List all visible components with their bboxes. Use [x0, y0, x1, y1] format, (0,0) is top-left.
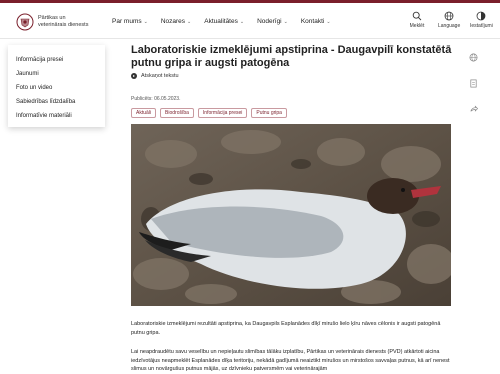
nav-label: Nozares [160, 18, 186, 25]
page-title: Laboratoriskie izmeklējumi apstiprina - … [131, 44, 452, 69]
chevron-down-icon: ⌄ [326, 19, 331, 25]
language-button[interactable]: Language [438, 11, 460, 29]
listen-label: Atskaņot tekstu [141, 73, 179, 79]
nav-label: Noderīgi [257, 18, 282, 25]
chevron-down-icon: ⌄ [187, 19, 192, 25]
site-header: Pārtikas un veterinārais dienests Par mu… [0, 3, 500, 39]
nav-item-kontakti[interactable]: Kontakti ⌄ [301, 18, 331, 25]
aktualitates-dropdown-menu: Informācija presei Jaunumi Foto un video… [8, 45, 105, 127]
search-label: Meklēt [409, 23, 425, 29]
article-paragraph-2: Lai neapdraudētu savu veselību un nepieļ… [131, 349, 450, 372]
share-actions [466, 50, 480, 128]
tag-aktuali[interactable]: Aktuāli [131, 108, 157, 118]
nav-item-aktualitates[interactable]: Aktualitātes ⌄ [204, 18, 244, 25]
main-nav: Par mums ⌄ Nozares ⌄ Aktualitātes ⌄ Noderīg… [112, 18, 344, 25]
document-icon [469, 79, 477, 87]
nav-label: Kontakti [300, 18, 325, 25]
search-icon [412, 11, 422, 21]
menu-item-foto-un-video[interactable]: Foto un video [16, 81, 105, 95]
article-paragraph-1: Laboratoriskie izmeklējumi rezultāti aps… [131, 321, 441, 336]
nav-item-par-mums[interactable]: Par mums ⌄ [112, 18, 148, 25]
listen-button[interactable]: Atskaņot tekstu [131, 73, 179, 79]
nav-item-nozares[interactable]: Nozares ⌄ [161, 18, 191, 25]
menu-item-jaunumi[interactable]: Jaunumi [16, 67, 105, 81]
globe-icon [444, 11, 454, 21]
coat-of-arms-logo[interactable] [16, 13, 34, 31]
web-share-button[interactable] [466, 50, 480, 64]
search-button[interactable]: Meklēt [406, 11, 428, 29]
chevron-down-icon: ⌄ [143, 19, 148, 25]
nav-label: Par mums [112, 18, 142, 25]
settings-button[interactable]: Iestatījumi [470, 11, 493, 29]
tag-list: Aktuāli Biodrošība Informācija presei Pu… [131, 108, 287, 118]
print-button[interactable] [466, 76, 480, 90]
chevron-down-icon: ⌄ [239, 19, 245, 25]
article-photo-dead-gull [131, 124, 451, 306]
tag-informacija-presei[interactable]: Informācija presei [197, 108, 248, 118]
tag-putnu-gripa[interactable]: Putnu gripa [251, 108, 287, 118]
settings-label: Iestatījumi [470, 23, 493, 29]
play-icon [131, 73, 137, 79]
chevron-down-icon: ⌄ [283, 19, 288, 25]
nav-label: Aktualitātes [204, 18, 238, 25]
menu-item-sabiedribas-lidzdaliba[interactable]: Sabiedrības līdzdalība [16, 95, 105, 109]
contrast-icon [476, 11, 486, 21]
brand-name-line2: veterinārais dienests [38, 22, 89, 28]
share-button[interactable] [466, 102, 480, 116]
brand-name[interactable]: Pārtikas un veterinārais dienests [38, 15, 98, 29]
header-tools: Meklēt Language Iestatījumi [406, 11, 493, 29]
language-label: Language [438, 23, 461, 29]
menu-item-informacija-presei[interactable]: Informācija presei [16, 53, 105, 67]
share-icon [469, 104, 478, 112]
globe-icon [469, 53, 477, 61]
menu-item-informativie-materiali[interactable]: Informatīvie materiāli [16, 109, 105, 123]
tag-biodrosiba[interactable]: Biodrošība [160, 108, 194, 118]
nav-item-noderigi[interactable]: Noderīgi ⌄ [257, 18, 288, 25]
publish-date: Publicēts: 06.05.2023. [131, 96, 181, 102]
brand-name-line1: Pārtikas un [38, 15, 66, 21]
